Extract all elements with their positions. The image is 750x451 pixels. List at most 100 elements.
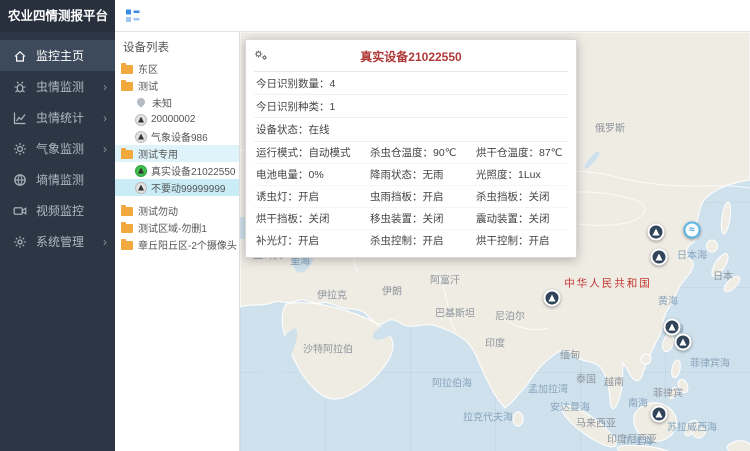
device-status-icon bbox=[135, 182, 147, 194]
sidebar-menu: 监控主页虫情监测 › 虫情统计 › 气象监测 › 墒情监测视频监控系统管理 › bbox=[0, 32, 115, 257]
app-root: 农业四情测报平台 监控主页虫情监测 › 虫情统计 › 气象监测 › 墒情监测视频监控系统管理… bbox=[0, 0, 750, 451]
popup-summary: 今日识别数量：4今日识别种类：1 bbox=[254, 72, 568, 118]
popup-detail-cell: 烘干控制：开启 bbox=[476, 233, 566, 248]
folder-icon bbox=[121, 241, 133, 250]
sidebar-item-sun[interactable]: 气象监测 › bbox=[0, 133, 115, 164]
chevron-right-icon: › bbox=[103, 81, 107, 93]
sidebar-item-globe[interactable]: 墒情监测 bbox=[0, 164, 115, 195]
popup-detail-cell: 补光灯：开启 bbox=[256, 233, 370, 248]
popup-detail-cell: 震动装置：关闭 bbox=[476, 211, 566, 226]
topbar bbox=[115, 0, 750, 32]
chart-icon bbox=[13, 111, 27, 125]
device-marker[interactable] bbox=[675, 334, 692, 351]
weather-station-marker[interactable]: ≈ bbox=[684, 222, 701, 239]
device-marker[interactable] bbox=[664, 319, 681, 336]
folder-icon bbox=[121, 207, 133, 216]
popup-summary-line: 今日识别数量：4 bbox=[254, 72, 568, 95]
popup-detail-row: 诱虫灯：开启虫雨挡板：开启杀虫挡板：关闭 bbox=[254, 186, 568, 208]
sidebar-item-home[interactable]: 监控主页 bbox=[0, 40, 115, 71]
sidebar-item-bug[interactable]: 虫情监测 › bbox=[0, 71, 115, 102]
popup-detail-cell: 杀虫挡板：关闭 bbox=[476, 189, 566, 204]
layout-toggle-icon[interactable] bbox=[125, 8, 140, 23]
device-marker[interactable] bbox=[544, 290, 561, 307]
popup-detail-cell: 杀虫仓温度：90℃ bbox=[370, 145, 476, 160]
tree-item-label: 气象设备986 bbox=[151, 129, 208, 144]
bug-icon bbox=[13, 80, 27, 94]
popup-detail-cell: 运行模式：自动模式 bbox=[256, 145, 370, 160]
device-marker[interactable] bbox=[648, 224, 665, 241]
pin-icon bbox=[135, 96, 146, 107]
sidebar-item-chart[interactable]: 虫情统计 › bbox=[0, 102, 115, 133]
chevron-right-icon: › bbox=[103, 143, 107, 155]
map-canvas[interactable]: 俄罗斯哈萨克斯坦蒙古中华人民共和国土耳其伊拉克伊朗阿富汗巴基斯坦沙特阿拉伯印度尼… bbox=[240, 32, 750, 451]
device-info-popup: 真实设备21022550 今日识别数量：4今日识别种类：1 设备状态：在线 运行… bbox=[245, 39, 577, 258]
tree-item-label: 未知 bbox=[152, 95, 172, 110]
sidebar-item-label: 虫情统计 bbox=[36, 109, 84, 126]
popup-detail-cell: 杀虫控制：开启 bbox=[370, 233, 476, 248]
sidebar-item-gear[interactable]: 系统管理 › bbox=[0, 226, 115, 257]
tree-item-label: 20000002 bbox=[151, 114, 196, 125]
tree-item-label: 测试区域-勿删1 bbox=[138, 220, 207, 235]
tree-item[interactable]: 测试勿动 bbox=[115, 202, 239, 219]
sidebar-item-label: 视频监控 bbox=[36, 202, 84, 219]
device-list-panel: 设备列表 东区测试未知 20000002 气象设备986 测试专用真实设备210225… bbox=[115, 32, 240, 451]
gear-icon bbox=[13, 235, 27, 249]
popup-detail-row: 烘干挡板：关闭移虫装置：关闭震动装置：关闭 bbox=[254, 208, 568, 230]
tree-item[interactable]: 20000002 bbox=[115, 111, 239, 128]
popup-detail-row: 运行模式：自动模式杀虫仓温度：90℃烘干仓温度：87℃ bbox=[254, 142, 568, 164]
popup-detail-cell: 诱虫灯：开启 bbox=[256, 189, 370, 204]
tree-item-label: 测试勿动 bbox=[138, 203, 178, 218]
tree-item[interactable]: 不要动99999999 bbox=[115, 179, 239, 196]
tree-item-label: 真实设备21022550 bbox=[151, 163, 236, 178]
popup-device-title: 真实设备21022550 bbox=[254, 45, 568, 72]
popup-detail-cell: 电池电量：0% bbox=[256, 167, 370, 182]
tree-item-label: 章丘阳丘区-2个摄像头 bbox=[138, 237, 237, 252]
app-title: 农业四情测报平台 bbox=[0, 0, 115, 32]
popup-device-status: 设备状态：在线 bbox=[254, 118, 568, 142]
popup-detail-grid: 运行模式：自动模式杀虫仓温度：90℃烘干仓温度：87℃电池电量：0%降雨状态：无… bbox=[254, 142, 568, 248]
sidebar-item-camera[interactable]: 视频监控 bbox=[0, 195, 115, 226]
popup-detail-cell: 移虫装置：关闭 bbox=[370, 211, 476, 226]
device-marker[interactable] bbox=[651, 249, 668, 266]
popup-detail-cell: 烘干仓温度：87℃ bbox=[476, 145, 566, 160]
popup-detail-cell: 降雨状态：无雨 bbox=[370, 167, 476, 182]
tree-item[interactable]: 东区 bbox=[115, 60, 239, 77]
tree-item[interactable]: 测试区域-勿删1 bbox=[115, 219, 239, 236]
folder-icon bbox=[121, 150, 133, 159]
device-marker[interactable] bbox=[651, 406, 668, 423]
sidebar-item-label: 气象监测 bbox=[36, 140, 84, 157]
sun-icon bbox=[13, 142, 27, 156]
popup-detail-row: 电池电量：0%降雨状态：无雨光照度：1Lux bbox=[254, 164, 568, 186]
tree-item[interactable]: 真实设备21022550 bbox=[115, 162, 239, 179]
device-status-icon bbox=[135, 165, 147, 177]
tree-item[interactable]: 未知 bbox=[115, 94, 239, 111]
tree-item-label: 测试 bbox=[138, 78, 158, 93]
chevron-right-icon: › bbox=[103, 236, 107, 248]
folder-icon bbox=[121, 65, 133, 74]
tree-item[interactable]: 测试专用 bbox=[115, 145, 239, 162]
tree-item[interactable]: 气象设备986 bbox=[115, 128, 239, 145]
sidebar-item-label: 系统管理 bbox=[36, 233, 84, 250]
camera-icon bbox=[13, 204, 27, 218]
sidebar-item-label: 监控主页 bbox=[36, 47, 84, 64]
device-status-icon bbox=[135, 114, 147, 126]
folder-icon bbox=[121, 82, 133, 91]
popup-summary-line: 今日识别种类：1 bbox=[254, 95, 568, 118]
popup-detail-cell: 光照度：1Lux bbox=[476, 167, 566, 182]
tree-item-label: 东区 bbox=[138, 61, 158, 76]
tree-item-label: 测试专用 bbox=[138, 146, 178, 161]
globe-icon bbox=[13, 173, 27, 187]
device-status-icon bbox=[135, 131, 147, 143]
sidebar-item-label: 墒情监测 bbox=[36, 171, 84, 188]
tree-item[interactable]: 测试 bbox=[115, 77, 239, 94]
folder-icon bbox=[121, 224, 133, 233]
home-icon bbox=[13, 49, 27, 63]
device-panel-title: 设备列表 bbox=[115, 32, 239, 60]
popup-detail-row: 补光灯：开启杀虫控制：开启烘干控制：开启 bbox=[254, 230, 568, 248]
popup-detail-cell: 烘干挡板：关闭 bbox=[256, 211, 370, 226]
settings-gear-icon[interactable] bbox=[253, 48, 269, 67]
tree-item[interactable]: 章丘阳丘区-2个摄像头 bbox=[115, 236, 239, 253]
sidebar-item-label: 虫情监测 bbox=[36, 78, 84, 95]
chevron-right-icon: › bbox=[103, 112, 107, 124]
sidebar: 农业四情测报平台 监控主页虫情监测 › 虫情统计 › 气象监测 › 墒情监测视频监控系统管理… bbox=[0, 0, 115, 451]
